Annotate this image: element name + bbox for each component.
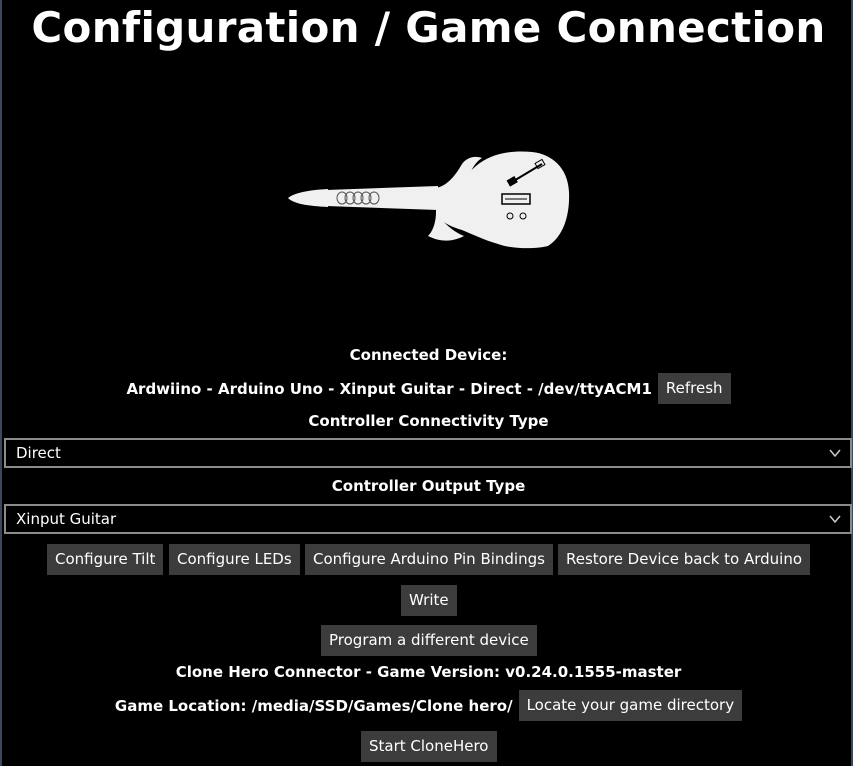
chevron-down-icon bbox=[829, 449, 841, 458]
connectivity-type-label: Controller Connectivity Type bbox=[308, 412, 549, 430]
restore-device-button[interactable]: Restore Device back to Arduino bbox=[558, 544, 811, 575]
output-type-select[interactable]: Xinput Guitar bbox=[4, 504, 852, 534]
output-type-value: Xinput Guitar bbox=[16, 510, 117, 528]
chevron-down-icon bbox=[829, 515, 841, 524]
output-type-label: Controller Output Type bbox=[331, 477, 526, 495]
write-button[interactable]: Write bbox=[401, 585, 457, 616]
locate-game-directory-button[interactable]: Locate your game directory bbox=[518, 690, 743, 721]
connectivity-type-value: Direct bbox=[16, 444, 61, 462]
device-name: Ardwiino - Arduino Uno - Xinput Guitar -… bbox=[126, 379, 652, 398]
configure-leds-button[interactable]: Configure LEDs bbox=[169, 544, 300, 575]
connected-device-heading: Connected Device: bbox=[349, 346, 508, 364]
page-title: Configuration / Game Connection bbox=[31, 3, 826, 52]
configure-pin-bindings-button[interactable]: Configure Arduino Pin Bindings bbox=[305, 544, 553, 575]
connectivity-type-select[interactable]: Direct bbox=[4, 438, 852, 468]
device-row: Ardwiino - Arduino Uno - Xinput Guitar -… bbox=[2, 373, 853, 404]
game-location-row: Game Location: /media/SSD/Games/Clone he… bbox=[2, 690, 853, 721]
refresh-button[interactable]: Refresh bbox=[657, 373, 731, 404]
guitar-icon bbox=[288, 151, 570, 249]
start-clonehero-button[interactable]: Start CloneHero bbox=[361, 731, 497, 762]
configure-tilt-button[interactable]: Configure Tilt bbox=[47, 544, 164, 575]
game-location-text: Game Location: /media/SSD/Games/Clone he… bbox=[114, 696, 513, 715]
program-different-device-button[interactable]: Program a different device bbox=[321, 625, 537, 656]
game-version-text: Clone Hero Connector - Game Version: v0.… bbox=[175, 663, 682, 681]
